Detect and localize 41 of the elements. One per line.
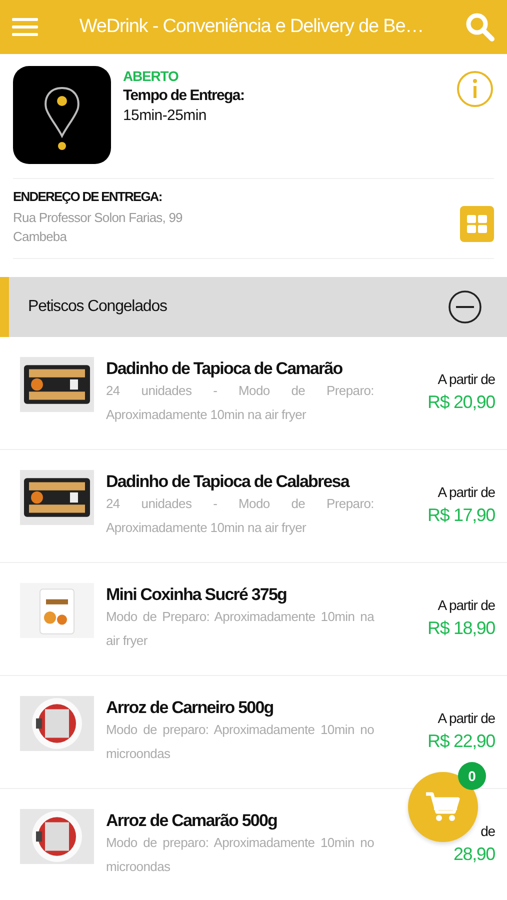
grid-view-button[interactable] — [460, 206, 494, 242]
product-price: R$ 18,90 — [428, 618, 495, 639]
product-description: 24 unidades - Modo de Preparo: Aproximadamente 10min na air fryer — [106, 382, 374, 424]
product-price: R$ 17,90 — [428, 505, 495, 526]
product-row[interactable]: Dadinho de Tapioca de Calabresa 24 unidades - Modo de Preparo: Aproximadamente 10min na air fryer A partir de R$ 17,90 — [0, 450, 507, 563]
product-name: Dadinho de Tapioca de Camarão — [106, 359, 342, 379]
cart-icon — [425, 791, 461, 823]
grid-icon — [467, 215, 487, 233]
search-icon[interactable] — [465, 12, 495, 42]
price-label: A partir de — [438, 371, 495, 387]
store-status: ABERTO — [123, 68, 178, 84]
product-description: Modo de preparo: Aproximadamente 10min no microondas — [106, 834, 374, 876]
menu-icon[interactable] — [12, 17, 38, 37]
product-price: R$ 22,90 — [428, 731, 495, 752]
collapse-icon[interactable] — [448, 290, 482, 324]
info-icon[interactable] — [456, 70, 494, 108]
product-name: Arroz de Camarão 500g — [106, 811, 278, 831]
address-label: ENDEREÇO DE ENTREGA: — [13, 189, 162, 204]
address-line: Cambeba — [13, 228, 67, 246]
delivery-time: 15min-25min — [123, 107, 206, 124]
product-description: Modo de Preparo: Aproximadamente 10min na air fryer — [106, 608, 374, 650]
delivery-time-label: Tempo de Entrega: — [123, 87, 244, 104]
cart-button[interactable] — [408, 772, 478, 842]
product-name: Arroz de Carneiro 500g — [106, 698, 274, 718]
product-description: Modo de preparo: Aproximadamente 10min no microondas — [106, 721, 374, 763]
product-row[interactable]: Mini Coxinha Sucré 375g Modo de Preparo: Aproximadamente 10min na air fryer A partir de R$ 18,90 — [0, 563, 507, 676]
product-price: R$ 20,90 — [428, 392, 495, 413]
cart-count-badge: 0 — [458, 762, 486, 790]
product-price: 28,90 — [453, 844, 495, 865]
category-header[interactable]: Petiscos Congelados — [0, 277, 507, 337]
address-line: Rua Professor Solon Farias, 99 — [13, 209, 182, 227]
product-description: 24 unidades - Modo de Preparo: Aproximadamente 10min na air fryer — [106, 495, 374, 537]
price-label: A partir de — [438, 710, 495, 726]
price-label: de — [480, 823, 495, 839]
product-name: Mini Coxinha Sucré 375g — [106, 585, 287, 605]
product-name: Dadinho de Tapioca de Calabresa — [106, 472, 349, 492]
price-label: A partir de — [438, 484, 495, 500]
category-title: Petiscos Congelados — [28, 298, 167, 316]
price-label: A partir de — [438, 597, 495, 613]
product-row[interactable]: Dadinho de Tapioca de Camarão 24 unidades - Modo de Preparo: Aproximadamente 10min na air fryer A partir de R$ 20,90 — [0, 337, 507, 450]
app-title: WeDrink - Conveniência e Delivery de Be… — [78, 16, 425, 38]
